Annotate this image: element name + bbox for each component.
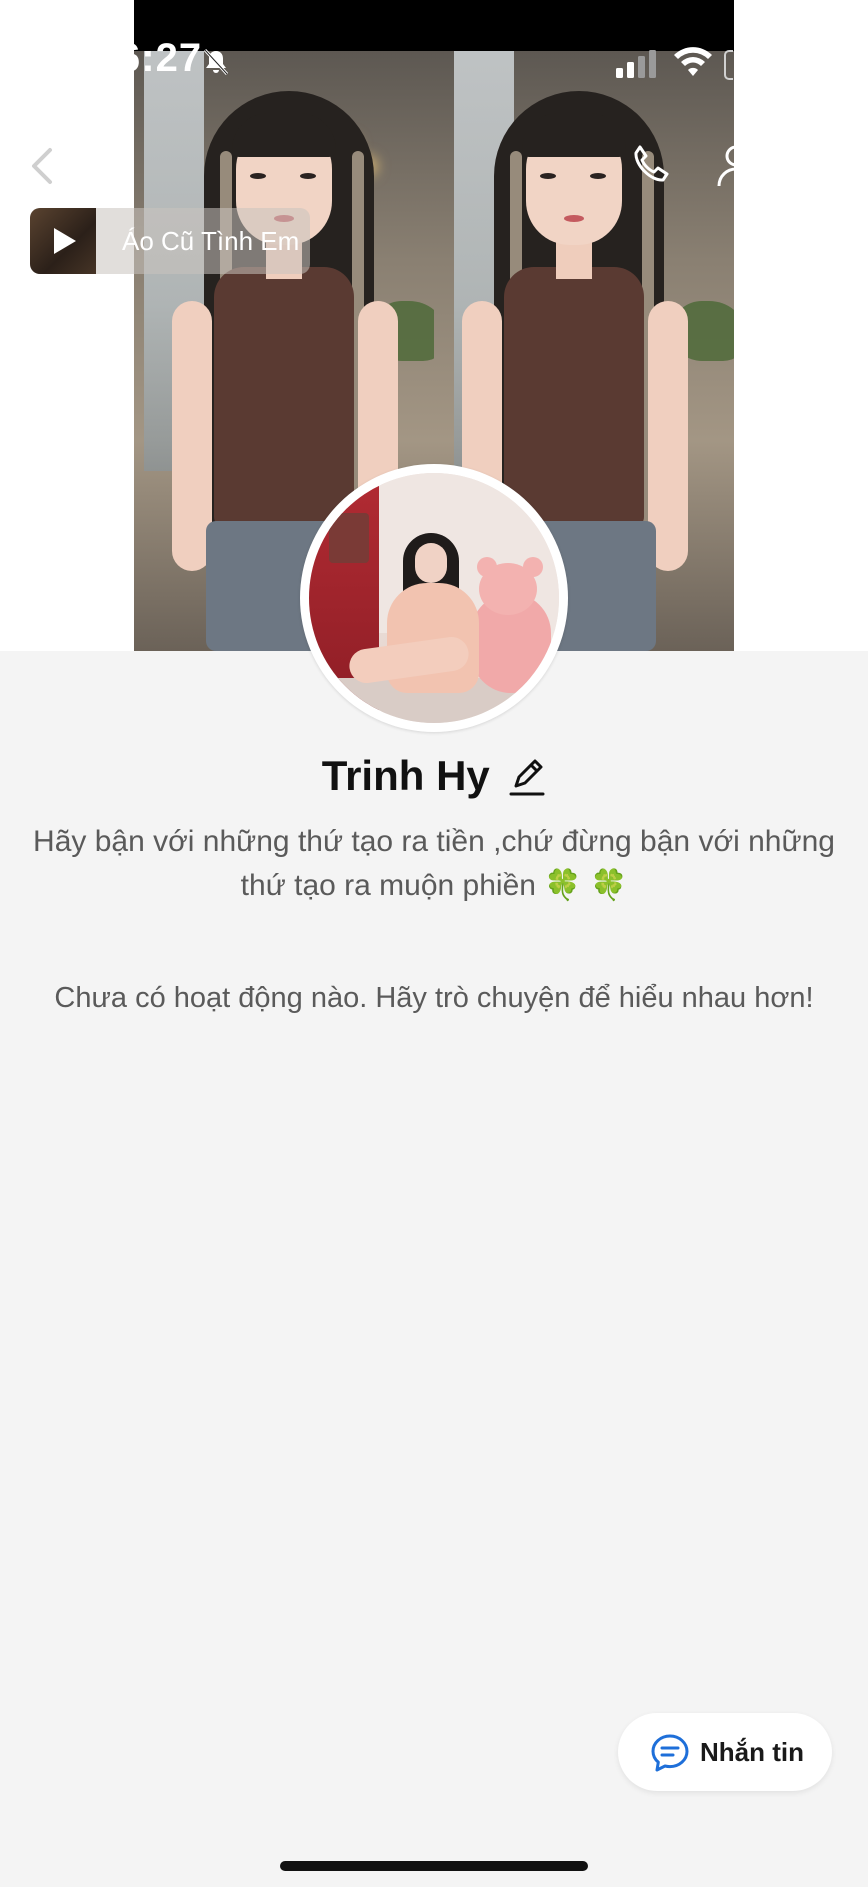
signal-icon — [616, 50, 656, 78]
profile-name-row: Trinh Hy — [0, 748, 868, 804]
top-navigation — [0, 130, 868, 200]
profile-name: Trinh Hy — [321, 752, 490, 799]
chat-bubble-icon — [651, 1734, 689, 1772]
more-options-icon[interactable] — [798, 148, 854, 184]
status-time: 6:27 — [118, 36, 203, 80]
pencil-edit-icon[interactable] — [508, 754, 546, 798]
battery-icon — [724, 50, 733, 80]
profile-avatar[interactable] — [300, 464, 568, 732]
bio-line-1: Hãy bận với những thứ tạo ra tiền ,chứ đ… — [33, 825, 835, 858]
bio-line-2: thứ tạo ra muộn phiền 🍀 🍀 — [240, 869, 628, 902]
phone-icon[interactable] — [628, 142, 674, 188]
profile-music-player[interactable]: Áo Cũ Tình Em — [30, 208, 310, 274]
avatar-photo — [309, 473, 559, 723]
profile-bio: Hãy bận với những thứ tạo ra tiền ,chứ đ… — [20, 820, 848, 908]
message-button-label: Nhắn tin — [700, 1737, 804, 1767]
music-title: Áo Cũ Tình Em — [122, 226, 300, 256]
status-bar: 6:27 — [0, 0, 868, 100]
user-settings-icon[interactable] — [716, 142, 766, 192]
wifi-icon — [674, 47, 712, 76]
bell-muted-icon — [203, 48, 229, 76]
back-arrow-icon[interactable] — [22, 144, 62, 188]
empty-activity-message: Chưa có hoạt động nào. Hãy trò chuyện để… — [54, 982, 814, 1014]
message-button[interactable]: Nhắn tin — [618, 1713, 832, 1791]
music-thumbnail — [30, 208, 96, 274]
play-icon[interactable] — [50, 226, 78, 256]
home-indicator[interactable] — [280, 1861, 588, 1871]
